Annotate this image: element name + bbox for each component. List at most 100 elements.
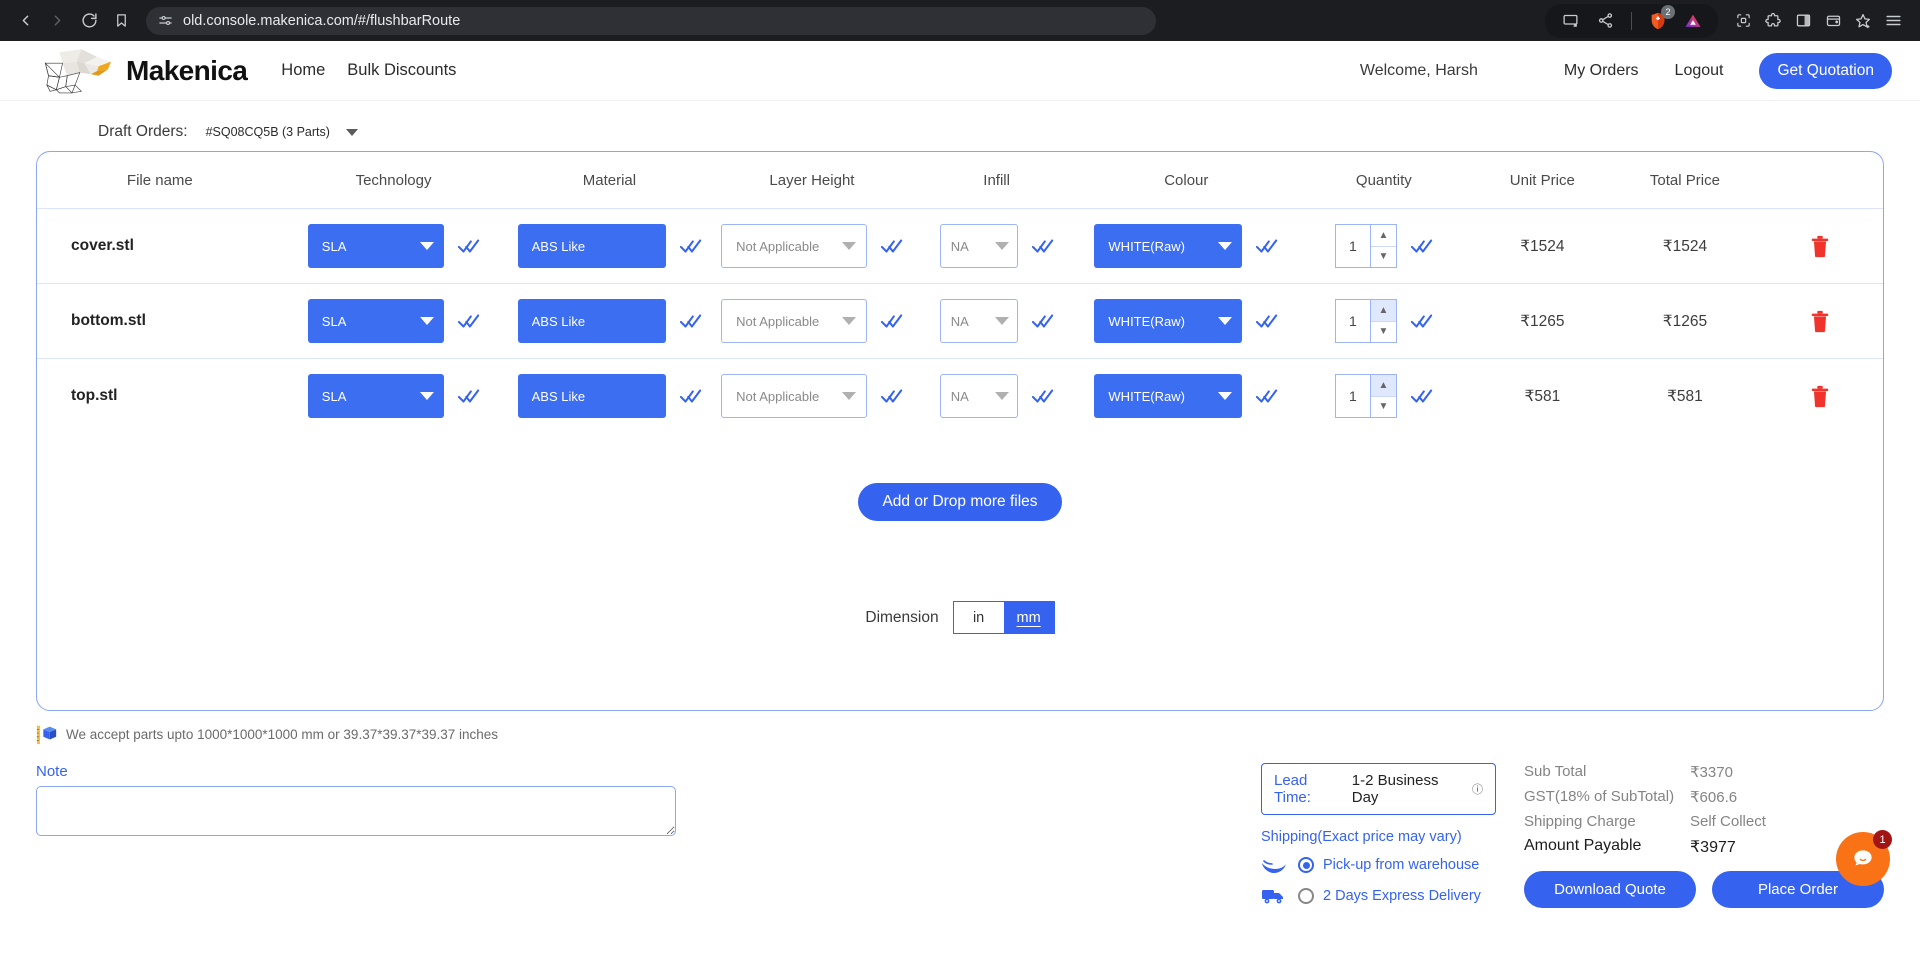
- colour-select[interactable]: WHITE(Raw): [1094, 374, 1243, 418]
- cell-file-name: top.stl: [41, 387, 279, 405]
- site-settings-icon[interactable]: [158, 13, 173, 28]
- quantity-value[interactable]: 1: [1336, 225, 1370, 267]
- double-check-icon: [679, 239, 701, 253]
- chevron-down-icon: [1218, 317, 1233, 325]
- summary-value: ₹3977: [1690, 839, 1736, 856]
- layer-height-select[interactable]: Not Applicable: [721, 374, 868, 418]
- summary-row-subtotal: Sub Total ₹3370: [1524, 763, 1884, 781]
- dimension-option-mm[interactable]: mm: [1003, 602, 1054, 633]
- add-or-drop-files-button[interactable]: Add or Drop more files: [858, 483, 1062, 521]
- pickup-hand-icon: [1261, 854, 1289, 876]
- layer-height-select[interactable]: Not Applicable: [721, 299, 868, 343]
- welcome-text: Welcome, Harsh: [1359, 61, 1478, 79]
- download-quote-button[interactable]: Download Quote: [1524, 871, 1696, 908]
- note-input[interactable]: [36, 786, 676, 836]
- extensions-puzzle-icon[interactable]: [1760, 8, 1786, 34]
- logo[interactable]: Makenica: [36, 45, 248, 97]
- chevron-down-icon: [419, 242, 434, 250]
- dimension-option-in[interactable]: in: [953, 602, 1004, 633]
- forward-button[interactable]: [42, 6, 72, 36]
- draft-order-select[interactable]: #SQ08CQ5B (3 Parts): [206, 125, 358, 139]
- summary-key: Amount Payable: [1524, 837, 1642, 854]
- material-select[interactable]: ABS Like: [517, 224, 666, 268]
- technology-value: SLA: [321, 238, 347, 254]
- delete-row-icon[interactable]: [1809, 308, 1831, 334]
- colour-select[interactable]: WHITE(Raw): [1094, 224, 1243, 268]
- chat-widget-button[interactable]: 1: [1836, 830, 1892, 886]
- nav-item-bulk-discounts[interactable]: Bulk Discounts: [347, 61, 456, 80]
- material-select[interactable]: ABS Like: [517, 299, 666, 343]
- brave-wallet-icon[interactable]: [1820, 8, 1846, 34]
- quantity-value[interactable]: 1: [1336, 300, 1370, 342]
- layer-height-select[interactable]: Not Applicable: [721, 224, 868, 268]
- back-button[interactable]: [10, 6, 40, 36]
- bookmark-button[interactable]: [106, 6, 136, 36]
- quantity-increment-button[interactable]: ▲: [1370, 225, 1396, 247]
- site-header: Makenica Home Bulk Discounts Welcome, Ha…: [0, 41, 1920, 101]
- shipping-option-express[interactable]: 2 Days Express Delivery: [1261, 885, 1496, 907]
- technology-select[interactable]: SLA: [307, 299, 444, 343]
- draft-orders-label: Draft Orders:: [98, 123, 188, 140]
- quantity-value[interactable]: 1: [1336, 375, 1370, 417]
- info-icon[interactable]: ⓘ: [1472, 781, 1483, 797]
- brave-shields-icon[interactable]: 2: [1645, 4, 1675, 34]
- nav-item-home[interactable]: Home: [281, 61, 325, 80]
- summary-key: Shipping Charge: [1524, 813, 1636, 830]
- shipping-option-pickup[interactable]: Pick-up from warehouse: [1261, 854, 1496, 876]
- size-limit-notice: We accept parts upto 1000*1000*1000 mm o…: [36, 717, 1884, 745]
- chevron-down-icon: [842, 242, 857, 250]
- column-header-technology: Technology: [355, 171, 432, 189]
- add-favorite-icon[interactable]: [1850, 8, 1876, 34]
- quantity-decrement-button[interactable]: ▼: [1371, 397, 1396, 418]
- cell-unit-price: ₹581: [1524, 387, 1561, 405]
- url-text: old.console.makenica.com/#/flushbarRoute: [183, 12, 461, 29]
- quantity-stepper[interactable]: 1 ▲ ▼: [1334, 374, 1397, 418]
- cell-technology: SLA: [279, 224, 509, 268]
- quantity-stepper[interactable]: 1 ▲ ▼: [1334, 299, 1397, 343]
- reload-button[interactable]: [74, 6, 104, 36]
- address-bar[interactable]: old.console.makenica.com/#/flushbarRoute: [146, 6, 1156, 35]
- cell-delete: [1760, 233, 1879, 259]
- layer-height-value: Not Applicable: [736, 313, 820, 329]
- brave-leo-icon[interactable]: [1680, 8, 1706, 34]
- quantity-increment-button[interactable]: ▲: [1370, 375, 1396, 397]
- infill-select[interactable]: NA: [939, 374, 1018, 418]
- material-select[interactable]: ABS Like: [517, 374, 666, 418]
- radio-pickup[interactable]: [1298, 857, 1314, 873]
- cast-icon[interactable]: [1557, 8, 1583, 34]
- file-name-text: cover.stl: [71, 237, 134, 254]
- lead-time-box: Lead Time: 1-2 Business Day ⓘ: [1261, 763, 1496, 815]
- dimension-label: Dimension: [865, 608, 939, 626]
- quantity-decrement-button[interactable]: ▼: [1371, 322, 1396, 343]
- double-check-icon: [457, 389, 479, 403]
- quantity-stepper[interactable]: 1 ▲ ▼: [1334, 224, 1397, 268]
- bottom-section: Note Lead Time: 1-2 Business Day ⓘ Shipp…: [36, 745, 1884, 908]
- double-check-icon: [457, 314, 479, 328]
- quantity-increment-button[interactable]: ▲: [1370, 300, 1396, 322]
- side-panel-icon[interactable]: [1790, 8, 1816, 34]
- radio-express[interactable]: [1298, 888, 1314, 904]
- cell-material: ABS Like: [509, 299, 711, 343]
- technology-select[interactable]: SLA: [307, 374, 444, 418]
- infill-select[interactable]: NA: [939, 224, 1018, 268]
- infill-select[interactable]: NA: [939, 299, 1018, 343]
- chevron-down-icon: [994, 392, 1009, 400]
- table-header-row: File name Technology Material Layer Heig…: [37, 152, 1883, 208]
- quantity-decrement-button[interactable]: ▼: [1371, 247, 1396, 268]
- double-check-icon: [679, 314, 701, 328]
- technology-value: SLA: [321, 313, 347, 329]
- technology-select[interactable]: SLA: [307, 224, 444, 268]
- chevron-down-icon: [419, 392, 434, 400]
- get-quotation-button[interactable]: Get Quotation: [1759, 52, 1892, 89]
- logout-link[interactable]: Logout: [1675, 62, 1724, 80]
- double-check-icon: [1256, 389, 1278, 403]
- technology-value: SLA: [321, 388, 347, 404]
- column-header-colour: Colour: [1164, 171, 1209, 189]
- colour-select[interactable]: WHITE(Raw): [1094, 299, 1243, 343]
- delete-row-icon[interactable]: [1809, 383, 1831, 409]
- share-icon[interactable]: [1592, 8, 1618, 34]
- delete-row-icon[interactable]: [1809, 233, 1831, 259]
- hamburger-menu-icon[interactable]: [1880, 8, 1906, 34]
- my-orders-link[interactable]: My Orders: [1564, 62, 1639, 80]
- qr-code-icon[interactable]: [1730, 8, 1756, 34]
